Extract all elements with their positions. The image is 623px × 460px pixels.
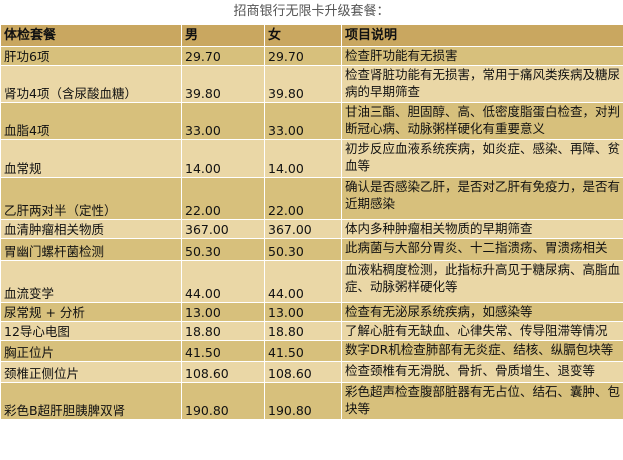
description-cell: 彩色超声检查腹部脏器有无占位、结石、囊肿、包块等 [341, 382, 623, 420]
description-cell: 数字DR机检查肺部有无炎症、结核、纵膈包块等 [341, 340, 623, 362]
female-price-cell: 44.00 [264, 260, 342, 303]
checkup-package-table: 体检套餐 男 女 项目说明 肝功6项 29.70 29.70 检查肝功能有无损害 肾功4… [0, 24, 623, 420]
column-header-description: 项目说明 [341, 24, 623, 47]
table-row: 血脂4项 33.00 33.00 甘油三酯、胆固醇、高、低密度脂蛋白检查，对判断冠心病… [0, 102, 623, 140]
table-row: 乙肝两对半（定性） 22.00 22.00 确认是否感染乙肝，是否对乙肝有免疫力，是否… [0, 177, 623, 220]
description-cell: 初步反应血液系统疾病，如炎症、感染、再障、贫血等 [341, 139, 623, 178]
female-price-cell: 22.00 [264, 177, 342, 220]
male-price-cell: 367.00 [181, 219, 265, 239]
description-cell: 甘油三酯、胆固醇、高、低密度脂蛋白检查，对判断冠心病、动脉粥样硬化有重要意义 [341, 102, 623, 140]
package-name-cell: 胃幽门螺杆菌检测 [0, 238, 182, 261]
male-price-cell: 108.60 [181, 361, 265, 383]
female-price-cell: 29.70 [264, 46, 342, 66]
description-cell: 检查颈椎有无滑脱、骨折、骨质增生、退变等 [341, 361, 623, 383]
male-price-cell: 13.00 [181, 302, 265, 322]
column-header-female: 女 [264, 24, 342, 47]
description-cell: 确认是否感染乙肝，是否对乙肝有免疫力，是否有近期感染 [341, 177, 623, 220]
female-price-cell: 41.50 [264, 340, 342, 362]
package-name-cell: 乙肝两对半（定性） [0, 177, 182, 220]
page-caption: 招商银行无限卡升级套餐： [233, 4, 390, 19]
table-row: 12导心电图 18.80 18.80 了解心脏有无缺血、心律失常、传导阻滞等情况 [0, 321, 623, 341]
table-row: 胸正位片 41.50 41.50 数字DR机检查肺部有无炎症、结核、纵膈包块等 [0, 340, 623, 362]
female-price-cell: 33.00 [264, 102, 342, 140]
female-price-cell: 14.00 [264, 139, 342, 178]
male-price-cell: 29.70 [181, 46, 265, 66]
table-header-row: 体检套餐 男 女 项目说明 [0, 24, 623, 47]
male-price-cell: 33.00 [181, 102, 265, 140]
female-price-cell: 18.80 [264, 321, 342, 341]
male-price-cell: 22.00 [181, 177, 265, 220]
table-row: 肝功6项 29.70 29.70 检查肝功能有无损害 [0, 46, 623, 66]
table-row: 颈椎正侧位片 108.60 108.60 检查颈椎有无滑脱、骨折、骨质增生、退变等 [0, 361, 623, 383]
male-price-cell: 190.80 [181, 382, 265, 420]
package-name-cell: 彩色B超肝胆胰脾双肾 [0, 382, 182, 420]
female-price-cell: 39.80 [264, 65, 342, 103]
package-name-cell: 颈椎正侧位片 [0, 361, 182, 383]
female-price-cell: 13.00 [264, 302, 342, 322]
package-name-cell: 血清肿瘤相关物质 [0, 219, 182, 239]
female-price-cell: 108.60 [264, 361, 342, 383]
description-cell: 检查肾脏功能有无损害，常用于痛风类疾病及糖尿病的早期筛查 [341, 65, 623, 103]
package-name-cell: 血常规 [0, 139, 182, 178]
column-header-package: 体检套餐 [0, 24, 182, 47]
male-price-cell: 44.00 [181, 260, 265, 303]
description-cell: 血液粘稠度检测，此指标升高见于糖尿病、高脂血症、动脉粥样硬化等 [341, 260, 623, 303]
package-name-cell: 胸正位片 [0, 340, 182, 362]
table-row: 血流变学 44.00 44.00 血液粘稠度检测，此指标升高见于糖尿病、高脂血症、动脉… [0, 260, 623, 303]
description-cell: 体内多种肿瘤相关物质的早期筛查 [341, 219, 623, 239]
description-cell: 检查肝功能有无损害 [341, 46, 623, 66]
table-row: 彩色B超肝胆胰脾双肾 190.80 190.80 彩色超声检查腹部脏器有无占位、结石、… [0, 382, 623, 420]
female-price-cell: 50.30 [264, 238, 342, 261]
description-cell: 了解心脏有无缺血、心律失常、传导阻滞等情况 [341, 321, 623, 341]
table-row: 胃幽门螺杆菌检测 50.30 50.30 此病菌与大部分胃炎、十二指溃疡、胃溃疡相关 [0, 238, 623, 261]
table-row: 血常规 14.00 14.00 初步反应血液系统疾病，如炎症、感染、再障、贫血等 [0, 139, 623, 178]
male-price-cell: 50.30 [181, 238, 265, 261]
male-price-cell: 18.80 [181, 321, 265, 341]
male-price-cell: 14.00 [181, 139, 265, 178]
male-price-cell: 41.50 [181, 340, 265, 362]
package-name-cell: 血流变学 [0, 260, 182, 303]
column-header-male: 男 [181, 24, 265, 47]
table-row: 肾功4项（含尿酸血糖） 39.80 39.80 检查肾脏功能有无损害，常用于痛风类疾病… [0, 65, 623, 103]
package-name-cell: 12导心电图 [0, 321, 182, 341]
package-name-cell: 尿常规 + 分析 [0, 302, 182, 322]
table-row: 尿常规 + 分析 13.00 13.00 检查有无泌尿系统疾病，如感染等 [0, 302, 623, 322]
description-cell: 此病菌与大部分胃炎、十二指溃疡、胃溃疡相关 [341, 238, 623, 261]
package-name-cell: 血脂4项 [0, 102, 182, 140]
male-price-cell: 39.80 [181, 65, 265, 103]
package-name-cell: 肾功4项（含尿酸血糖） [0, 65, 182, 103]
female-price-cell: 367.00 [264, 219, 342, 239]
description-cell: 检查有无泌尿系统疾病，如感染等 [341, 302, 623, 322]
package-name-cell: 肝功6项 [0, 46, 182, 66]
female-price-cell: 190.80 [264, 382, 342, 420]
table-row: 血清肿瘤相关物质 367.00 367.00 体内多种肿瘤相关物质的早期筛查 [0, 219, 623, 239]
